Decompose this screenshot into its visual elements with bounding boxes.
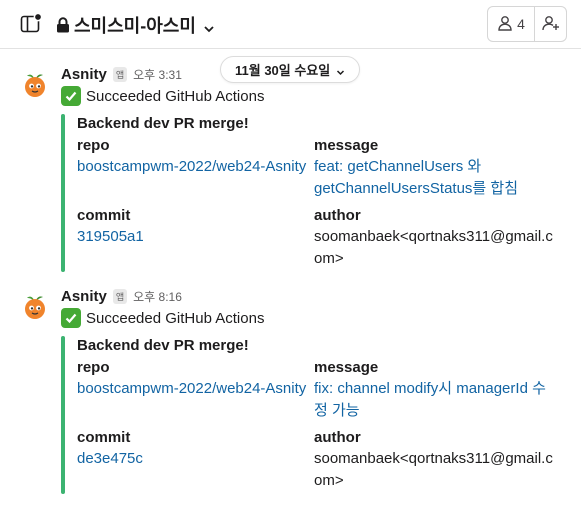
message-time[interactable]: 오후 3:31 (133, 66, 182, 83)
attachment-bar (61, 336, 65, 494)
author-label: author (314, 429, 361, 446)
message-header: Asnity 앱 오후 3:31 (61, 66, 182, 83)
add-member-button[interactable] (534, 7, 566, 41)
message-text: Succeeded GitHub Actions (61, 86, 264, 106)
app-badge: 앱 (112, 67, 128, 82)
commit-hash-link[interactable]: 319505a1 (77, 226, 144, 248)
commit-label: commit (77, 207, 131, 224)
author-line: soomanbaek<qortnaks311@gmail.c (314, 450, 553, 467)
commit-message-link[interactable]: fix: channel modify시 managerId 수 정 가능 (314, 378, 554, 422)
date-label: 11월 30일 수요일 (235, 63, 331, 78)
attachment-title: Backend dev PR merge! (77, 115, 249, 132)
commit-message-line: 정 가능 (314, 402, 360, 419)
member-count: 4 (517, 16, 525, 32)
message-body: Succeeded GitHub Actions (86, 87, 265, 105)
commit-hash-link[interactable]: de3e475c (77, 448, 143, 470)
channel-title-button[interactable]: 스미스미-아스미 (56, 12, 215, 38)
chevron-down-icon (203, 19, 215, 33)
commit-message-line: fix: channel modify시 managerId 수 (314, 380, 546, 397)
commit-message-line: getChannelUsersStatus를 합침 (314, 180, 518, 197)
message-text: Succeeded GitHub Actions (61, 308, 264, 328)
chevron-down-icon (336, 65, 345, 76)
person-icon (497, 15, 513, 34)
repo-link[interactable]: boostcampwm-2022/web24-Asnity (77, 156, 306, 178)
asnity-avatar-icon[interactable] (22, 72, 48, 98)
author-value: soomanbaek<qortnaks311@gmail.c om> (314, 226, 554, 270)
attachment-bar (61, 114, 65, 272)
repo-link[interactable]: boostcampwm-2022/web24-Asnity (77, 378, 306, 400)
header-actions: 4 (487, 6, 567, 42)
repo-label: repo (77, 359, 110, 376)
author-line: om> (314, 250, 344, 267)
members-button[interactable]: 4 (488, 7, 534, 41)
message-label: message (314, 137, 379, 154)
repo-label: repo (77, 137, 110, 154)
author-label: author (314, 207, 361, 224)
message-label: message (314, 359, 379, 376)
author-line: om> (314, 472, 344, 489)
add-person-icon (541, 15, 560, 34)
message-header: Asnity 앱 오후 8:16 (61, 288, 182, 305)
channel-header: 스미스미-아스미 4 (0, 0, 581, 49)
commit-message-link[interactable]: feat: getChannelUsers 와 getChannelUsersS… (314, 156, 554, 200)
sidebar-toggle-icon[interactable] (20, 12, 43, 35)
sender-name[interactable]: Asnity (61, 288, 107, 305)
channel-name: 스미스미-아스미 (74, 16, 196, 36)
commit-message-line: feat: getChannelUsers 와 (314, 158, 482, 175)
sender-name[interactable]: Asnity (61, 66, 107, 83)
app-badge: 앱 (112, 289, 128, 304)
author-value: soomanbaek<qortnaks311@gmail.c om> (314, 448, 554, 492)
message-time[interactable]: 오후 8:16 (133, 288, 182, 305)
check-mark-icon (61, 86, 81, 106)
message-body: Succeeded GitHub Actions (86, 309, 265, 327)
attachment-title: Backend dev PR merge! (77, 337, 249, 354)
date-divider-button[interactable]: 11월 30일 수요일 (220, 56, 361, 83)
asnity-avatar-icon[interactable] (22, 294, 48, 320)
check-mark-icon (61, 308, 81, 328)
lock-icon (56, 17, 70, 33)
commit-label: commit (77, 429, 131, 446)
author-line: soomanbaek<qortnaks311@gmail.c (314, 228, 553, 245)
